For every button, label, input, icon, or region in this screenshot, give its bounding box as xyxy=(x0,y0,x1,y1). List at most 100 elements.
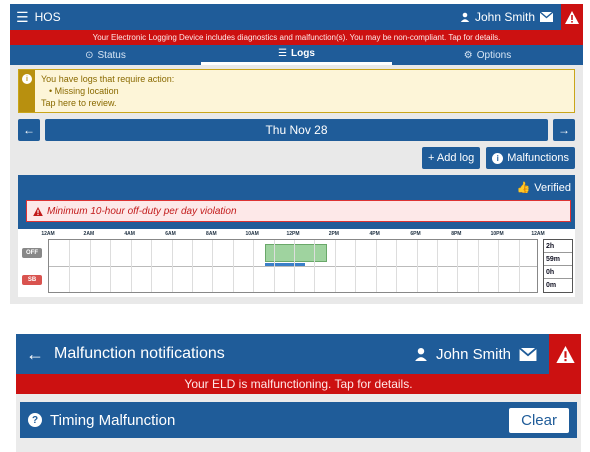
hour-gridline xyxy=(273,240,275,292)
alert-button[interactable] xyxy=(561,4,583,30)
hour-gridline xyxy=(457,240,459,292)
app-title: HOS xyxy=(34,10,61,24)
notice-line-1: You have logs that require action: xyxy=(41,74,175,84)
tab-logs[interactable]: ☰ Logs xyxy=(201,45,392,65)
page-title: Malfunction notifications xyxy=(54,345,225,362)
mail-icon[interactable] xyxy=(540,12,553,22)
row-label-sb: SB xyxy=(22,275,42,285)
list-icon: ☰ xyxy=(278,48,288,59)
add-log-button[interactable]: + Add log xyxy=(422,147,481,169)
hour-gridline xyxy=(110,240,112,292)
total-off-minutes: 59m xyxy=(544,253,572,266)
warning-triangle-icon xyxy=(555,345,575,363)
clear-button[interactable]: Clear xyxy=(509,407,569,433)
hour-gridline xyxy=(334,240,336,292)
hour-gridline xyxy=(191,240,193,292)
warning-triangle-icon xyxy=(565,10,579,24)
gears-icon: ⚙ xyxy=(463,49,473,61)
warning-triangle-icon xyxy=(33,206,43,216)
user-name[interactable]: John Smith xyxy=(475,10,535,24)
info-icon: i xyxy=(492,152,504,164)
alert-button[interactable] xyxy=(549,334,581,374)
hour-gridline xyxy=(171,240,173,292)
duty-grid[interactable] xyxy=(48,239,538,293)
hour-label: 6PM xyxy=(410,231,421,237)
hour-gridline xyxy=(89,240,91,292)
prev-day-button[interactable]: ← xyxy=(18,119,40,141)
hour-gridline xyxy=(436,240,438,292)
hour-label: 10AM xyxy=(245,231,259,237)
action-required-notice[interactable]: i You have logs that require action: • M… xyxy=(18,69,575,113)
malfunction-header: ← Malfunction notifications John Smith xyxy=(16,334,581,374)
hour-label: 8AM xyxy=(206,231,217,237)
next-day-button[interactable]: → xyxy=(553,119,575,141)
tab-options-label: Options xyxy=(476,49,512,61)
diagnostics-banner[interactable]: Your Electronic Logging Device includes … xyxy=(10,30,583,45)
mail-icon[interactable] xyxy=(519,347,537,361)
back-arrow-icon[interactable]: ← xyxy=(26,344,44,365)
logs-screen: ☰ HOS John Smith Your Electronic Logging… xyxy=(10,4,583,304)
hour-gridline xyxy=(355,240,357,292)
arrow-right-icon: → xyxy=(558,123,570,137)
menu-icon[interactable]: ☰ xyxy=(16,9,29,26)
info-strip: i xyxy=(19,70,35,112)
thumbs-up-icon: 👍 xyxy=(516,182,531,194)
hour-label: 4AM xyxy=(124,231,135,237)
hour-gridline xyxy=(416,240,418,292)
hour-label: 12PM xyxy=(286,231,300,237)
violation-alert: Minimum 10-hour off-duty per day violati… xyxy=(26,200,571,222)
current-date[interactable]: Thu Nov 28 xyxy=(45,119,548,141)
top-header: ☰ HOS John Smith xyxy=(10,4,583,30)
hour-label: 12AM xyxy=(531,231,545,237)
hour-label: 10PM xyxy=(490,231,504,237)
section-title: Timing Malfunction xyxy=(50,411,176,429)
user-icon[interactable] xyxy=(460,12,470,22)
info-icon: i xyxy=(22,74,32,84)
verified-label: Verified xyxy=(534,181,571,194)
hour-label: 8PM xyxy=(451,231,462,237)
date-navigator: ← Thu Nov 28 → xyxy=(18,119,575,141)
tab-status-label: Status xyxy=(97,49,126,61)
malfunction-banner[interactable]: Your ELD is malfunctioning. Tap for deta… xyxy=(16,374,581,394)
hour-label: 6AM xyxy=(165,231,176,237)
arrow-left-icon: ← xyxy=(23,123,35,137)
hour-label: 2PM xyxy=(328,231,339,237)
hour-gridline xyxy=(69,240,71,292)
hour-gridline xyxy=(212,240,214,292)
tab-logs-label: Logs xyxy=(291,48,315,59)
notice-line-2: • Missing location xyxy=(49,86,119,96)
hour-axis: 12AM 2AM 4AM 6AM 8AM 10AM 12PM 2PM 4PM 6PM 8PM 10PM… xyxy=(18,231,575,239)
row-totals: 2h 59m 0h 0m xyxy=(543,239,573,293)
notice-text: You have logs that require action: • Mis… xyxy=(35,70,180,112)
row-divider xyxy=(49,266,537,267)
question-icon: ? xyxy=(28,413,42,427)
user-name[interactable]: John Smith xyxy=(436,346,511,363)
user-icon[interactable] xyxy=(414,347,428,361)
malfunctions-label: Malfunctions xyxy=(507,152,569,164)
hour-gridline xyxy=(151,240,153,292)
tab-options[interactable]: ⚙ Options xyxy=(392,45,583,65)
hour-gridline xyxy=(375,240,377,292)
row-label-off: OFF xyxy=(22,248,42,258)
hour-label: 2AM xyxy=(83,231,95,237)
clock-icon: ⊙ xyxy=(85,49,94,61)
notice-line-3[interactable]: Tap here to review. xyxy=(41,97,174,109)
violation-text: Minimum 10-hour off-duty per day violati… xyxy=(47,205,237,217)
hour-label: 4PM xyxy=(369,231,380,237)
hour-gridline xyxy=(130,240,132,292)
tab-status[interactable]: ⊙ Status xyxy=(10,45,201,65)
hour-gridline xyxy=(518,240,520,292)
timing-malfunction-section: ? Timing Malfunction Clear xyxy=(20,402,577,438)
total-sb-minutes: 0m xyxy=(546,282,557,289)
verified-status: 👍 Verified xyxy=(516,181,571,195)
nav-tabs: ⊙ Status ☰ Logs ⚙ Options xyxy=(10,45,583,65)
hour-gridline xyxy=(232,240,234,292)
malfunction-screen: ← Malfunction notifications John Smith Y… xyxy=(16,334,581,452)
hour-gridline xyxy=(314,240,316,292)
duty-graph: 12AM 2AM 4AM 6AM 8AM 10AM 12PM 2PM 4PM 6PM 8PM 10PM… xyxy=(18,229,575,297)
log-panel: 👍 Verified Minimum 10-hour off-duty per … xyxy=(18,175,575,297)
malfunctions-button[interactable]: i Malfunctions xyxy=(486,147,575,169)
hour-gridline xyxy=(294,240,295,292)
log-actions: + Add log i Malfunctions xyxy=(18,147,575,169)
hour-label: 12AM xyxy=(41,231,55,237)
